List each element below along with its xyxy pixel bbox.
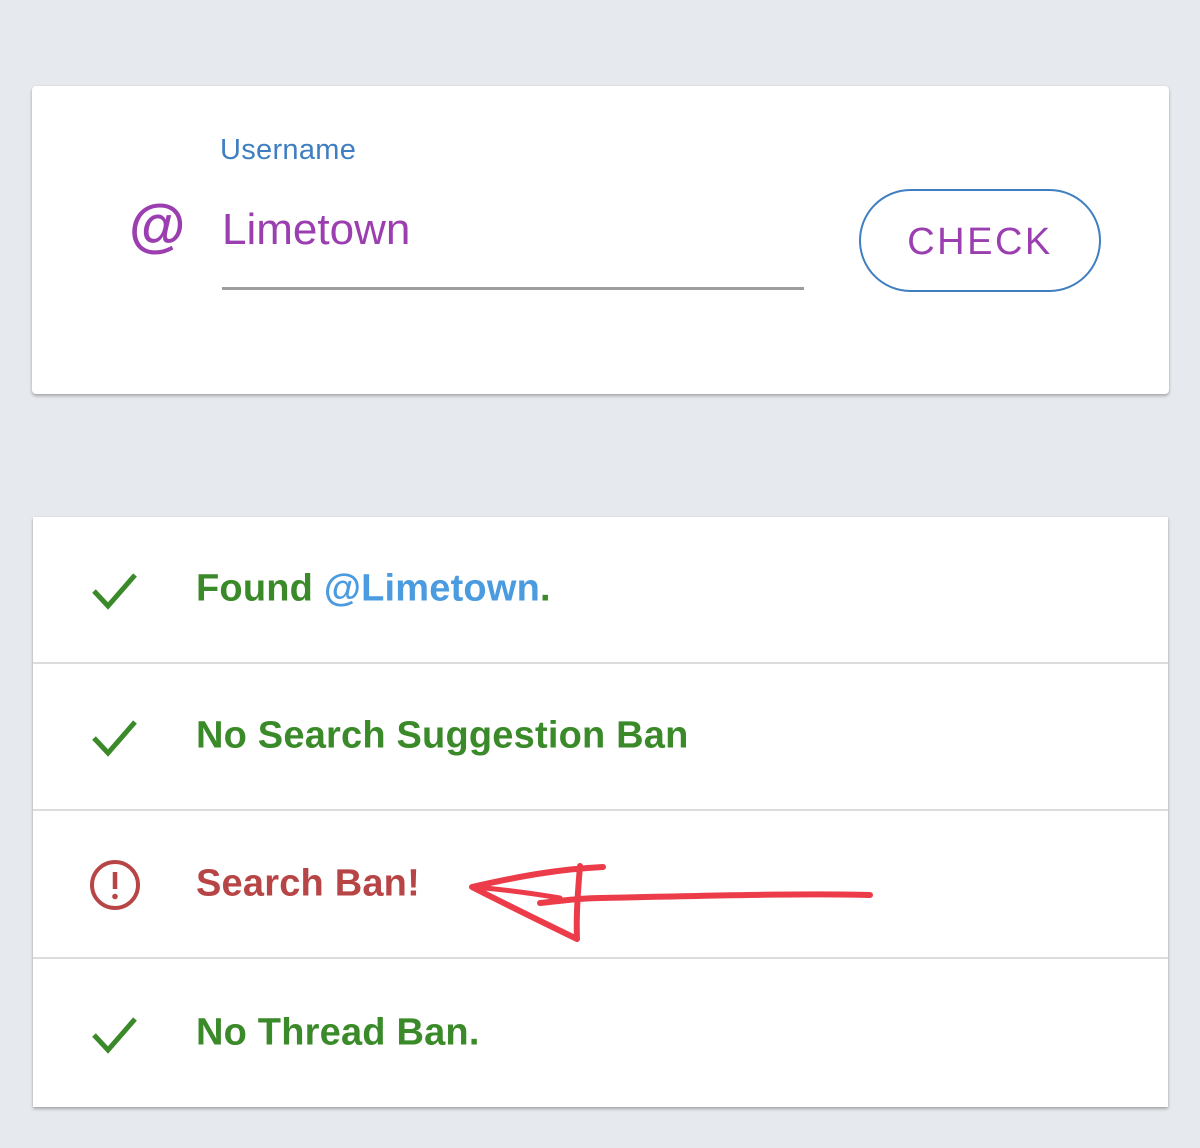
- alert-circle-icon: [90, 859, 140, 910]
- username-mention-link[interactable]: @Limetown: [324, 567, 540, 609]
- found-text-suffix: .: [540, 567, 551, 610]
- result-row-search-suggestion: No Search Suggestion Ban: [33, 664, 1168, 811]
- checkmark-icon: [92, 1016, 137, 1054]
- result-row-found: Found @Limetown.: [33, 517, 1168, 664]
- check-button[interactable]: CHECK: [859, 189, 1101, 292]
- checkmark-icon: [92, 719, 137, 757]
- username-card: Username @ CHECK: [32, 86, 1169, 394]
- result-text-found: Found @Limetown.: [196, 567, 551, 610]
- found-text-prefix: Found: [196, 567, 324, 610]
- result-row-thread-ban: No Thread Ban.: [33, 960, 1168, 1107]
- at-icon: @: [128, 194, 185, 259]
- result-text-search-suggestion: No Search Suggestion Ban: [196, 714, 689, 757]
- username-input[interactable]: [222, 198, 804, 290]
- result-text-thread-ban: No Thread Ban.: [196, 1011, 480, 1054]
- result-row-search-ban: Search Ban!: [33, 812, 1168, 959]
- result-text-search-ban: Search Ban!: [196, 862, 420, 905]
- checkmark-icon: [92, 572, 137, 610]
- results-card: Found @Limetown. No Search Suggestion Ba…: [33, 517, 1168, 1107]
- username-label: Username: [220, 134, 357, 166]
